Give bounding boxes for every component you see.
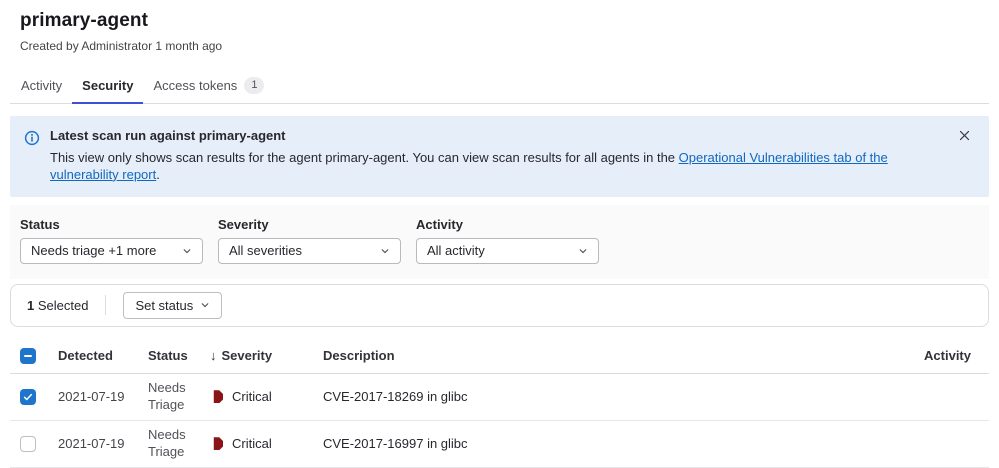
banner-close-button[interactable] xyxy=(956,129,973,144)
divider xyxy=(105,295,106,315)
header-detected: Detected xyxy=(58,348,148,363)
header-severity-label: Severity xyxy=(222,348,273,363)
sort-descending-icon: ↓ xyxy=(210,348,217,363)
agent-security-page: primary-agent Created by Administrator 1… xyxy=(0,0,999,468)
chevron-down-icon xyxy=(380,246,390,256)
activity-filter-value: All activity xyxy=(427,243,485,258)
filter-severity: Severity All severities xyxy=(218,217,401,264)
header-severity-sort[interactable]: ↓ Severity xyxy=(210,348,323,363)
scan-info-banner: Latest scan run against primary-agent Th… xyxy=(10,116,989,197)
tab-activity-label: Activity xyxy=(21,78,62,93)
tab-security[interactable]: Security xyxy=(72,68,143,104)
tab-access-tokens-label: Access tokens xyxy=(153,78,237,93)
tab-activity[interactable]: Activity xyxy=(11,68,72,104)
severity-label: Critical xyxy=(232,389,272,404)
table-row: 2021-07-19 Needs Triage Critical CVE-201… xyxy=(10,421,989,468)
vulnerabilities-table: Detected Status ↓ Severity Description A… xyxy=(10,339,989,468)
filter-status: Status Needs triage +1 more xyxy=(20,217,203,264)
cell-detected: 2021-07-19 xyxy=(58,436,148,451)
tab-security-label: Security xyxy=(82,78,133,93)
table-header-row: Detected Status ↓ Severity Description A… xyxy=(10,339,989,374)
tab-access-tokens[interactable]: Access tokens 1 xyxy=(143,68,274,104)
banner-content: Latest scan run against primary-agent Th… xyxy=(50,128,944,184)
filter-severity-label: Severity xyxy=(218,217,401,232)
header-status: Status xyxy=(148,348,210,363)
cell-status: Needs Triage xyxy=(148,427,210,461)
indeterminate-dash-icon xyxy=(24,355,32,357)
header-description: Description xyxy=(323,348,909,363)
row-checkbox[interactable] xyxy=(20,436,36,452)
status-filter-dropdown[interactable]: Needs triage +1 more xyxy=(20,238,203,264)
severity-filter-dropdown[interactable]: All severities xyxy=(218,238,401,264)
tab-bar: Activity Security Access tokens 1 xyxy=(10,68,989,104)
page-subtitle: Created by Administrator 1 month ago xyxy=(20,39,979,53)
severity-label: Critical xyxy=(232,436,272,451)
activity-filter-dropdown[interactable]: All activity xyxy=(416,238,599,264)
table-row: 2021-07-19 Needs Triage Critical CVE-201… xyxy=(10,374,989,421)
cell-severity: Critical xyxy=(210,389,323,404)
selection-bar: 1 Selected Set status xyxy=(10,284,989,327)
cell-status: Needs Triage xyxy=(148,380,210,414)
severity-critical-icon xyxy=(210,390,223,403)
banner-body: This view only shows scan results for th… xyxy=(50,150,944,184)
cell-description[interactable]: CVE-2017-18269 in glibc xyxy=(323,389,909,404)
selection-count: 1 Selected xyxy=(27,298,88,313)
chevron-down-icon xyxy=(578,246,588,256)
filter-bar: Status Needs triage +1 more Severity All… xyxy=(10,205,989,279)
set-status-button[interactable]: Set status xyxy=(123,292,222,319)
banner-body-period: . xyxy=(156,167,160,182)
page-header: primary-agent Created by Administrator 1… xyxy=(10,10,989,53)
check-icon xyxy=(23,392,33,402)
info-icon xyxy=(24,130,40,146)
cell-detected: 2021-07-19 xyxy=(58,389,148,404)
severity-critical-icon xyxy=(210,437,223,450)
banner-title: Latest scan run against primary-agent xyxy=(50,128,944,143)
filter-activity-label: Activity xyxy=(416,217,599,232)
select-all-checkbox[interactable] xyxy=(20,348,36,364)
close-icon xyxy=(958,129,971,142)
selection-count-label: Selected xyxy=(34,298,88,313)
banner-body-text: This view only shows scan results for th… xyxy=(50,150,679,165)
severity-filter-value: All severities xyxy=(229,243,302,258)
cell-severity: Critical xyxy=(210,436,323,451)
chevron-down-icon xyxy=(182,246,192,256)
status-filter-value: Needs triage +1 more xyxy=(31,243,156,258)
cell-description[interactable]: CVE-2017-16997 in glibc xyxy=(323,436,909,451)
row-checkbox[interactable] xyxy=(20,389,36,405)
header-activity: Activity xyxy=(909,348,989,363)
filter-activity: Activity All activity xyxy=(416,217,599,264)
filter-status-label: Status xyxy=(20,217,203,232)
chevron-down-icon xyxy=(200,300,210,310)
page-title: primary-agent xyxy=(20,10,979,32)
set-status-label: Set status xyxy=(135,298,193,313)
access-tokens-count-badge: 1 xyxy=(244,77,264,94)
